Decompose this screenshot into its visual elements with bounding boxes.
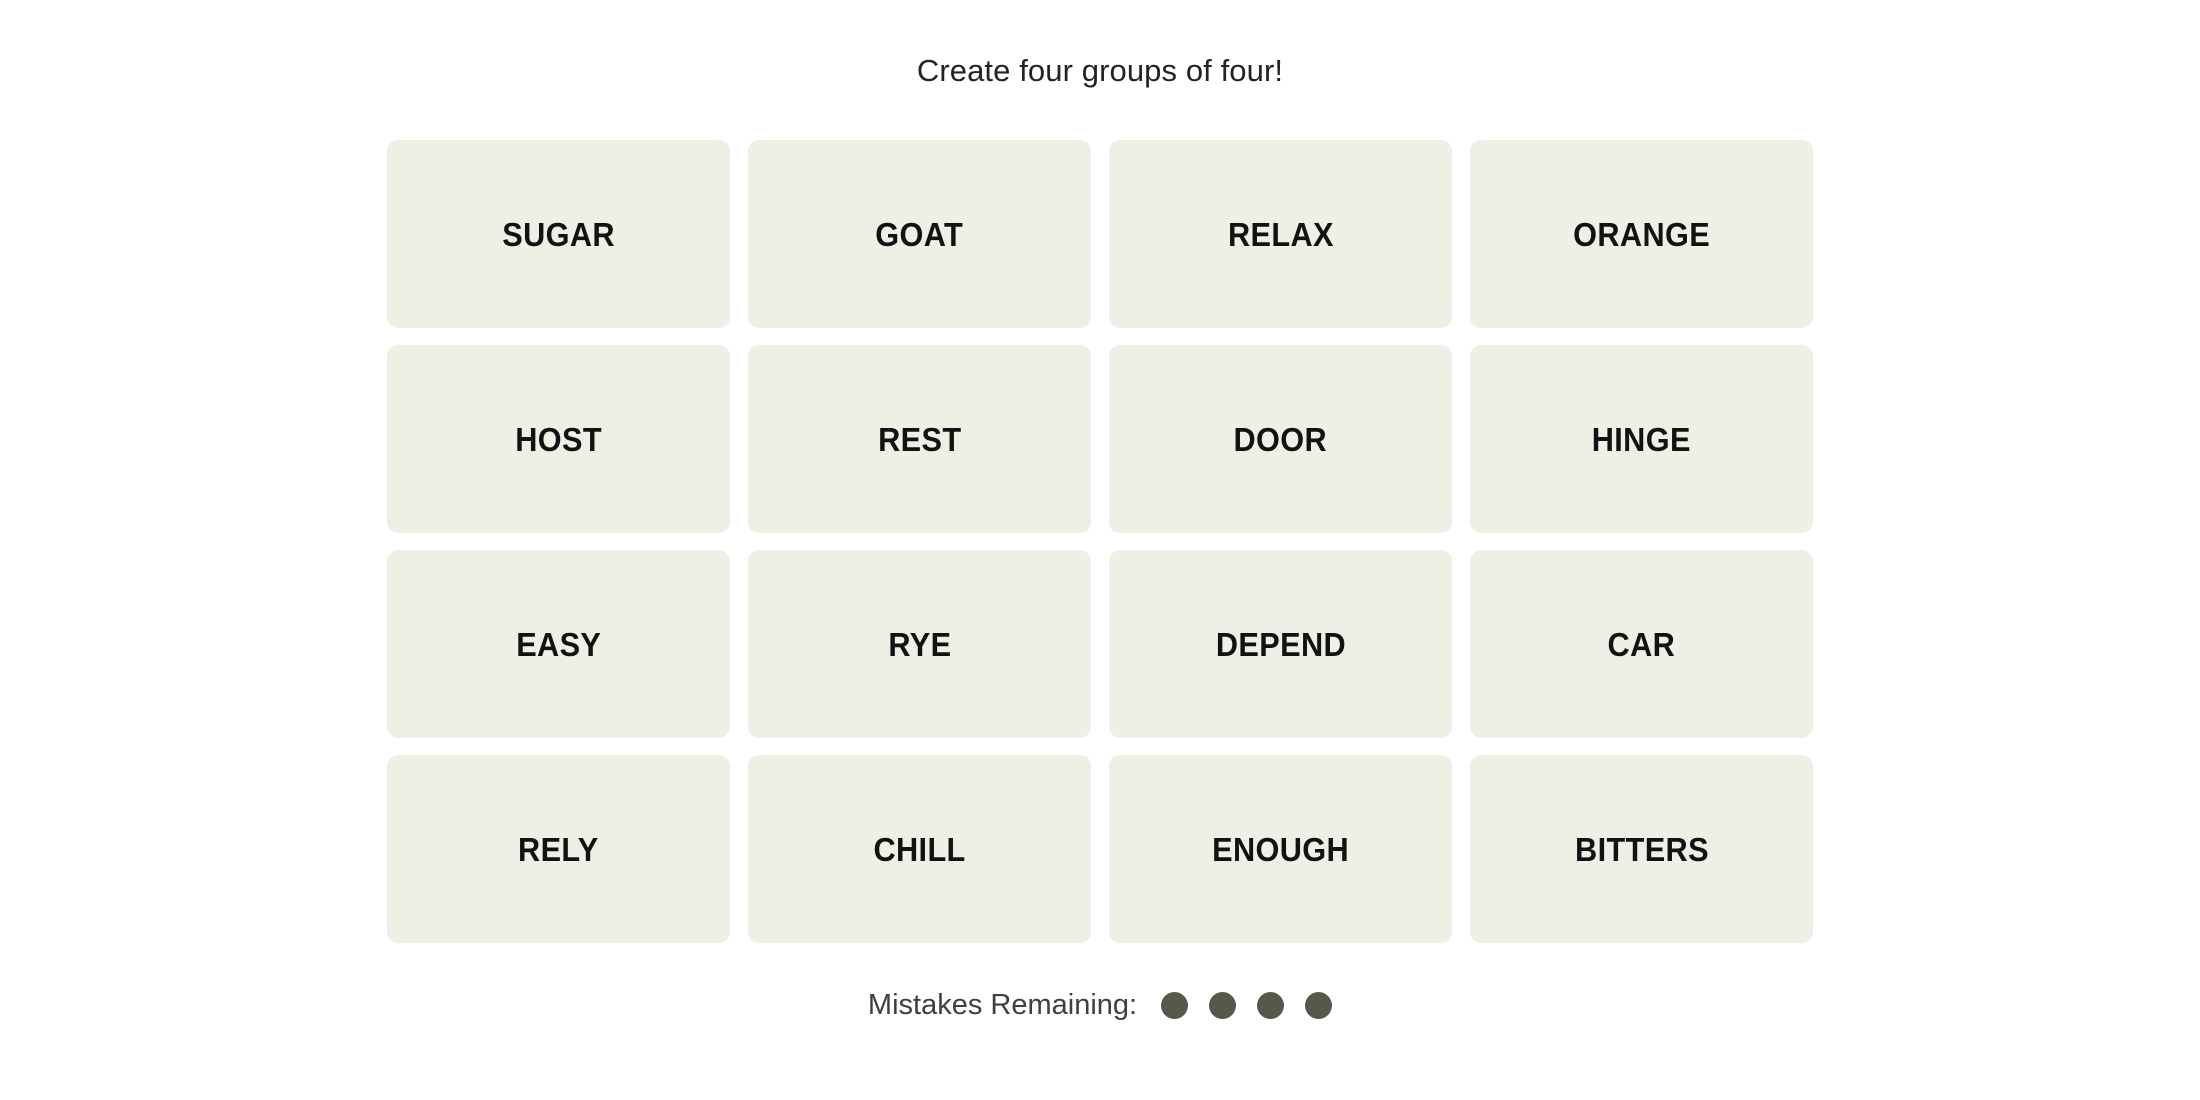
word-tile[interactable]: DOOR xyxy=(1109,345,1452,533)
word-tile-label: HINGE xyxy=(1591,420,1692,458)
word-tile-label: REST xyxy=(877,420,962,458)
word-tile-label: EASY xyxy=(515,625,602,663)
word-tile[interactable]: RELAX xyxy=(1109,140,1452,328)
word-tile-label: HOST xyxy=(515,420,602,458)
word-tile[interactable]: RYE xyxy=(748,550,1091,738)
connections-game: Create four groups of four! SUGAR GOAT REL… xyxy=(0,0,2200,1100)
word-tile-label: CHILL xyxy=(873,830,966,868)
word-tile[interactable]: ENOUGH xyxy=(1109,755,1452,943)
word-tile[interactable]: CAR xyxy=(1470,550,1813,738)
mistake-dot xyxy=(1209,992,1237,1019)
mistakes-remaining-label: Mistakes Remaining: xyxy=(867,989,1138,1021)
word-tile[interactable]: DEPEND xyxy=(1109,550,1452,738)
word-tile[interactable]: RELY xyxy=(387,755,730,943)
word-tile-label: DEPEND xyxy=(1215,625,1346,663)
word-tile-label: RELY xyxy=(518,830,599,868)
word-grid: SUGAR GOAT RELAX ORANGE HOST REST DOOR HINGE EAS… xyxy=(387,140,1813,943)
mistakes-row: Mistakes Remaining: xyxy=(387,991,1813,1020)
word-tile[interactable]: GOAT xyxy=(748,140,1091,328)
mistake-dot xyxy=(1305,992,1333,1019)
word-tile-label: ORANGE xyxy=(1573,215,1710,253)
word-tile[interactable]: HINGE xyxy=(1470,345,1813,533)
word-tile-label: GOAT xyxy=(875,215,964,253)
word-tile[interactable]: SUGAR xyxy=(387,140,730,328)
mistake-dot xyxy=(1257,992,1285,1019)
mistakes-dots xyxy=(1161,992,1333,1019)
instruction-text: Create four groups of four! xyxy=(916,52,1284,88)
word-tile-label: SUGAR xyxy=(502,215,615,253)
header: Create four groups of four! xyxy=(0,0,2200,140)
mistake-dot xyxy=(1161,992,1189,1019)
word-tile[interactable]: CHILL xyxy=(748,755,1091,943)
word-tile-label: ENOUGH xyxy=(1212,830,1349,868)
word-tile[interactable]: BITTERS xyxy=(1470,755,1813,943)
word-tile[interactable]: REST xyxy=(748,345,1091,533)
word-tile-label: RYE xyxy=(887,625,952,663)
word-tile[interactable]: HOST xyxy=(387,345,730,533)
word-tile[interactable]: ORANGE xyxy=(1470,140,1813,328)
word-tile-label: BITTERS xyxy=(1574,830,1709,868)
word-tile[interactable]: EASY xyxy=(387,550,730,738)
word-tile-label: RELAX xyxy=(1227,215,1334,253)
word-tile-label: CAR xyxy=(1607,625,1676,663)
word-tile-label: DOOR xyxy=(1233,420,1328,458)
